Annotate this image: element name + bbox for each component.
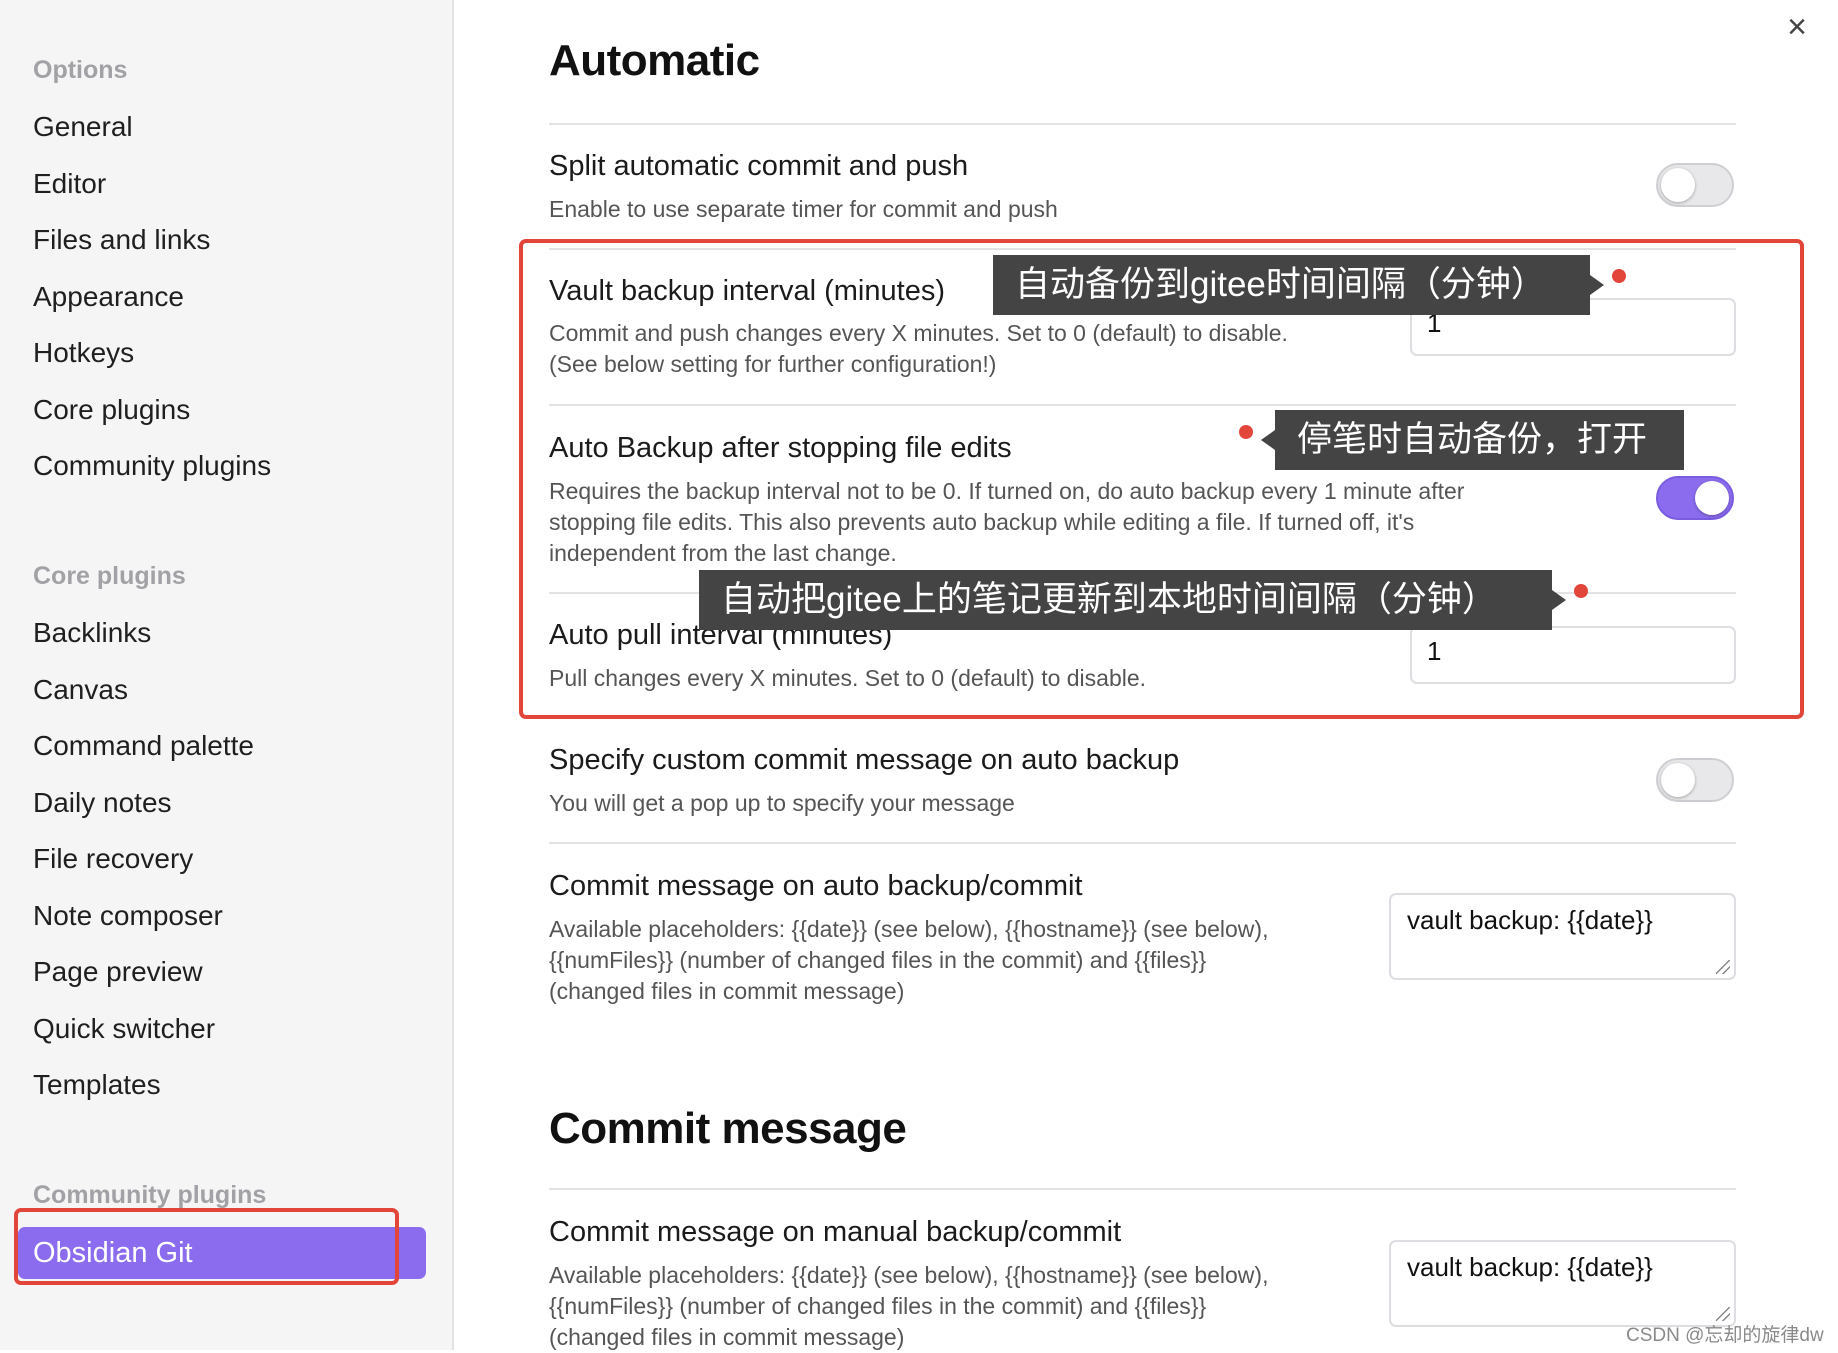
sidebar-item-file-recovery[interactable]: File recovery: [33, 835, 193, 883]
watermark: CSDN @忘却的旋律dw: [1626, 1325, 1824, 1346]
heading-automatic: Automatic: [549, 36, 760, 85]
setting-desc-manual-commit-message-3: (changed files in commit message): [549, 1324, 905, 1350]
sidebar-item-appearance[interactable]: Appearance: [33, 273, 184, 321]
close-icon[interactable]: ×: [1780, 10, 1814, 44]
setting-title-split: Split automatic commit and push: [549, 150, 969, 182]
resize-grip-icon[interactable]: [1716, 1307, 1730, 1321]
sidebar-item-editor[interactable]: Editor: [33, 160, 106, 208]
sidebar-item-daily-notes[interactable]: Daily notes: [33, 779, 172, 827]
section-label-core-plugins: Core plugins: [33, 562, 186, 590]
toggle-knob: [1661, 763, 1695, 797]
annotation-note-vault-backup: 自动备份到gitee时间间隔（分钟）: [993, 255, 1604, 315]
auto-commit-message-textarea[interactable]: vault backup: {{date}}: [1389, 893, 1736, 980]
divider: [549, 842, 1736, 844]
settings-sidebar: Options General Editor Files and links A…: [0, 0, 454, 1350]
sidebar-item-general[interactable]: General: [33, 103, 133, 151]
annotation-dot: [1612, 269, 1626, 283]
manual-commit-message-textarea[interactable]: vault backup: {{date}}: [1389, 1240, 1736, 1327]
note-arrow: [1261, 430, 1275, 450]
sidebar-item-hotkeys[interactable]: Hotkeys: [33, 329, 134, 377]
setting-desc-manual-commit-message-2: {{numFiles}} (number of changed files in…: [549, 1293, 1207, 1319]
setting-desc-split: Enable to use separate timer for commit …: [549, 196, 1058, 222]
divider: [549, 123, 1736, 125]
sidebar-item-files-and-links[interactable]: Files and links: [33, 216, 210, 264]
sidebar-item-command-palette[interactable]: Command palette: [33, 722, 254, 770]
custom-commit-message-toggle[interactable]: [1656, 758, 1734, 802]
divider: [549, 1188, 1736, 1190]
sidebar-item-community-plugins[interactable]: Community plugins: [33, 442, 271, 490]
setting-desc-auto-commit-message-3: (changed files in commit message): [549, 978, 905, 1004]
annotation-note-auto-backup: 停笔时自动备份，打开: [1261, 410, 1684, 470]
annotation-note-text: 自动备份到gitee时间间隔（分钟）: [1015, 265, 1546, 304]
setting-title-auto-commit-message: Commit message on auto backup/commit: [549, 870, 1083, 902]
annotation-box-sidebar: [14, 1208, 399, 1285]
sidebar-item-backlinks[interactable]: Backlinks: [33, 609, 151, 657]
sidebar-item-quick-switcher[interactable]: Quick switcher: [33, 1005, 215, 1053]
toggle-knob: [1661, 168, 1695, 202]
sidebar-item-core-plugins[interactable]: Core plugins: [33, 386, 190, 434]
section-label-options: Options: [33, 56, 128, 84]
note-arrow: [1590, 275, 1604, 295]
annotation-note-text: 停笔时自动备份，打开: [1297, 420, 1648, 459]
annotation-note-text: 自动把gitee上的笔记更新到本地时间间隔（分钟）: [721, 580, 1497, 619]
annotation-dot: [1239, 425, 1253, 439]
sidebar-item-templates[interactable]: Templates: [33, 1061, 161, 1109]
setting-title-custom-message: Specify custom commit message on auto ba…: [549, 744, 1180, 776]
sidebar-item-canvas[interactable]: Canvas: [33, 666, 128, 714]
split-commit-push-toggle[interactable]: [1656, 163, 1734, 207]
setting-desc-auto-commit-message-1: Available placeholders: {{date}} (see be…: [549, 916, 1269, 942]
annotation-dot: [1574, 584, 1588, 598]
setting-desc-custom-message: You will get a pop up to specify your me…: [549, 790, 1015, 816]
annotation-note-auto-pull: 自动把gitee上的笔记更新到本地时间间隔（分钟）: [699, 570, 1566, 630]
textarea-value: vault backup: {{date}}: [1407, 1252, 1653, 1282]
sidebar-item-note-composer[interactable]: Note composer: [33, 892, 223, 940]
textarea-value: vault backup: {{date}}: [1407, 905, 1653, 935]
setting-desc-manual-commit-message-1: Available placeholders: {{date}} (see be…: [549, 1262, 1269, 1288]
note-arrow: [1552, 590, 1566, 610]
sidebar-item-page-preview[interactable]: Page preview: [33, 948, 203, 996]
heading-commit-message: Commit message: [549, 1104, 907, 1153]
setting-desc-auto-commit-message-2: {{numFiles}} (number of changed files in…: [549, 947, 1207, 973]
resize-grip-icon[interactable]: [1716, 960, 1730, 974]
section-label-community-plugins: Community plugins: [33, 1181, 267, 1209]
setting-title-manual-commit-message: Commit message on manual backup/commit: [549, 1216, 1122, 1248]
